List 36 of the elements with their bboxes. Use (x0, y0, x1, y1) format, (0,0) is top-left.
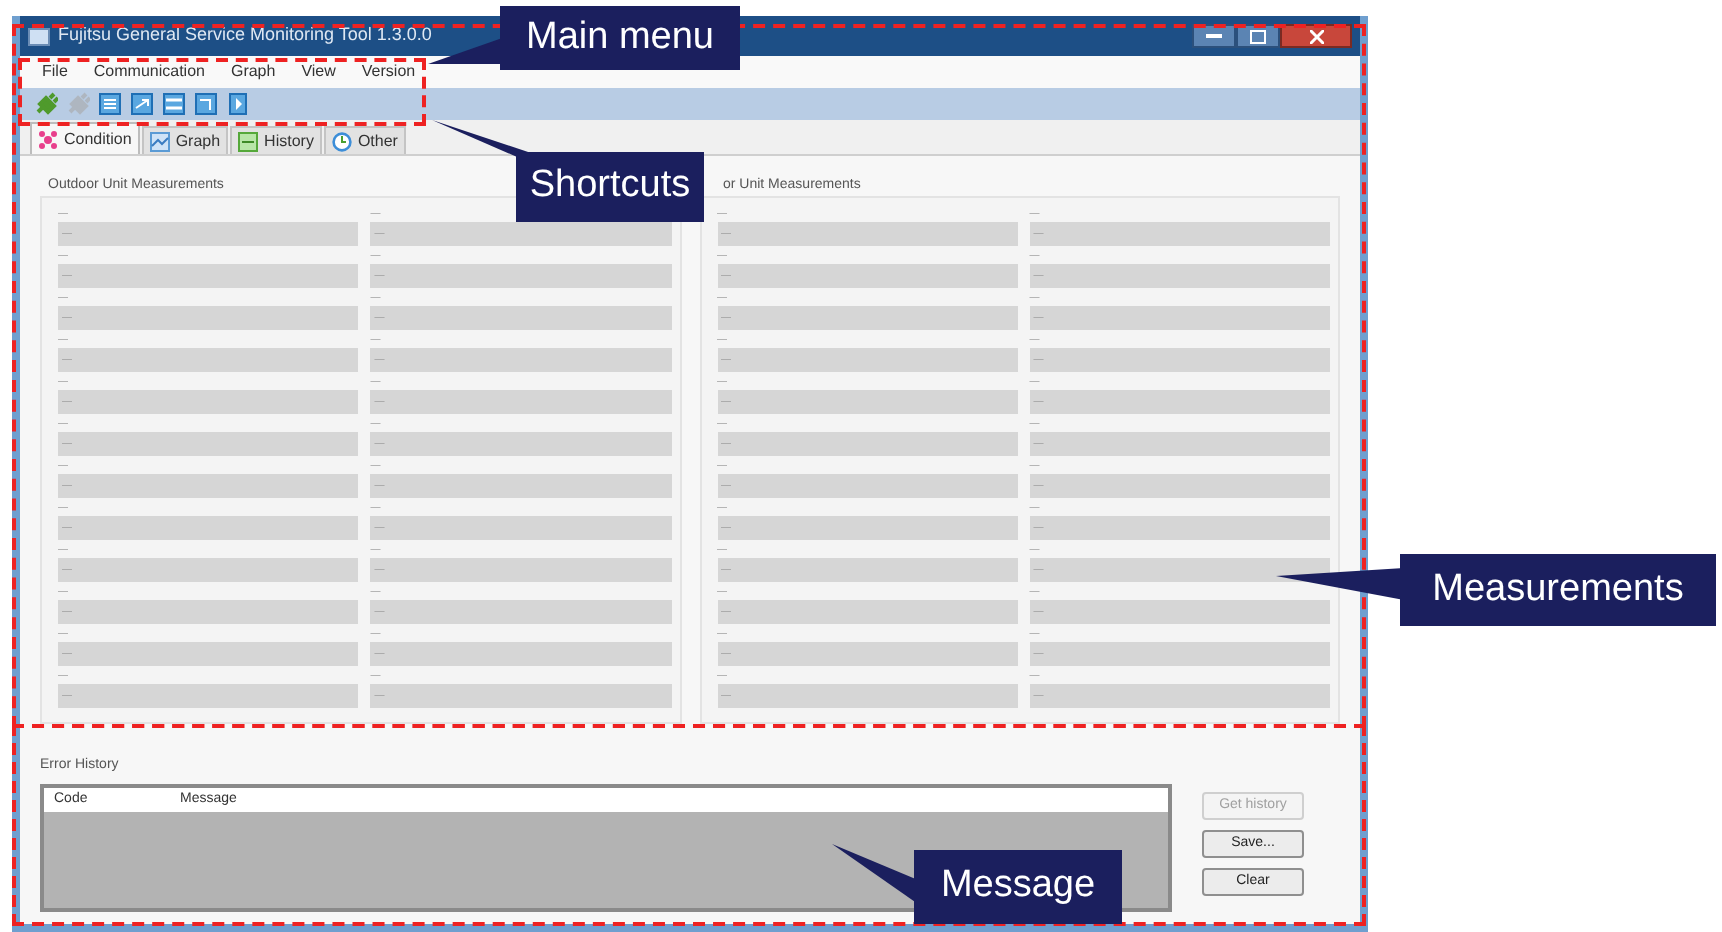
tab[interactable]: Graph (141, 126, 229, 154)
window-title: Fujitsu General Service Monitoring Tool 1.3.0.0 (58, 22, 432, 49)
toolbar-button[interactable] (96, 92, 122, 116)
menu-item[interactable]: File (42, 60, 68, 84)
callout-pointer (1276, 568, 1404, 600)
toolbar-button[interactable] (128, 92, 154, 116)
tab[interactable]: History (230, 126, 322, 154)
lines-icon (161, 92, 185, 116)
close-icon (1309, 29, 1323, 43)
menu-item[interactable]: Graph (230, 60, 276, 84)
toolbar-button[interactable] (160, 92, 186, 116)
toolbar-button[interactable] (192, 92, 218, 116)
plug-icon (65, 92, 89, 116)
minimize-icon (1206, 33, 1222, 39)
callout-pointer (832, 844, 918, 904)
app-icon (28, 27, 50, 45)
clock-icon (331, 131, 352, 151)
close-button[interactable] (1280, 24, 1352, 48)
callout-label: Main menu (500, 6, 740, 70)
toolbar-button[interactable] (224, 92, 250, 116)
import-icon (193, 92, 217, 116)
play-icon (225, 92, 249, 116)
menu-item[interactable]: Communication (93, 60, 205, 84)
callout-label: Measurements (1400, 554, 1716, 626)
menu-item[interactable]: View (301, 60, 336, 84)
minimize-button[interactable] (1192, 24, 1236, 48)
flower-icon (38, 129, 58, 149)
export-icon (129, 92, 153, 116)
history-icon (238, 131, 259, 151)
tab[interactable]: Other (323, 126, 406, 154)
menu-item[interactable]: Version (361, 60, 416, 84)
table-icon (97, 92, 121, 116)
plug-icon (33, 92, 57, 116)
tab[interactable]: Condition (30, 122, 140, 154)
maximize-icon (1250, 29, 1266, 43)
chart-icon (149, 131, 170, 151)
